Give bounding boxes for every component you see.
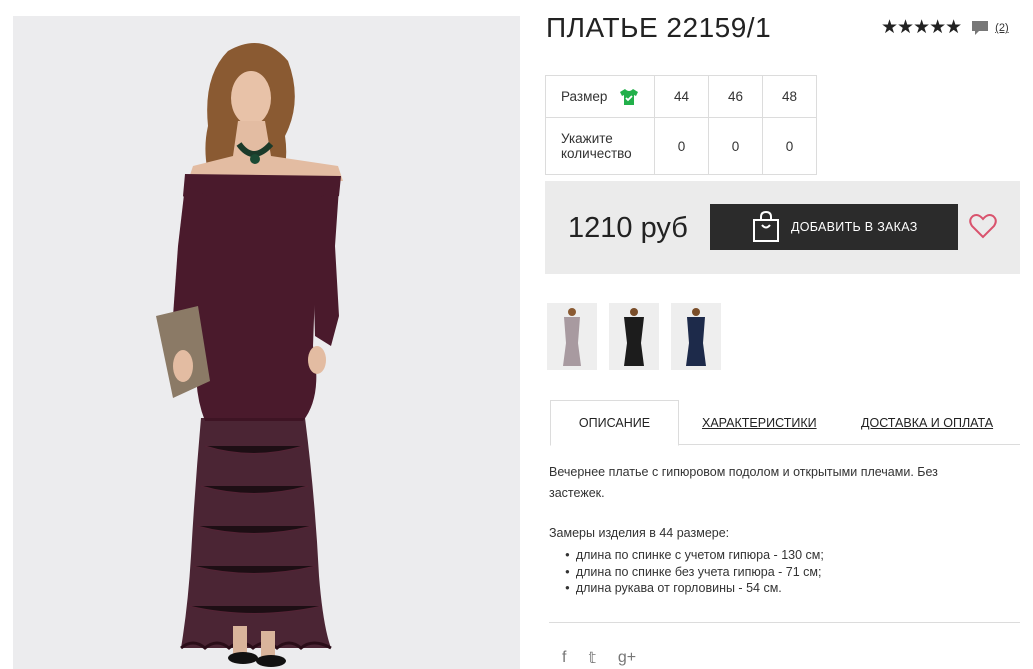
measurements-title: Замеры изделия в 44 размере: [549, 526, 730, 540]
thumbnail-black-dress[interactable] [609, 303, 659, 370]
add-to-order-button[interactable]: ДОБАВИТЬ В ЗАКАЗ [710, 204, 958, 250]
price-box: 1210 руб ДОБАВИТЬ В ЗАКАЗ [545, 181, 1020, 274]
divider [549, 622, 1020, 623]
product-title: ПЛАТЬЕ 22159/1 [546, 12, 772, 43]
googleplus-icon[interactable]: g+ [618, 649, 636, 667]
rating-stars[interactable]: ★★★★★ [881, 18, 962, 38]
quantity-input-48[interactable]: 0 [762, 117, 817, 175]
shirt-icon[interactable] [619, 87, 639, 107]
measurements-list: длина по спинке с учетом гипюра - 130 см… [565, 547, 824, 597]
quantity-label: Укажите количество [545, 117, 655, 175]
main-product-photo[interactable] [13, 16, 520, 669]
tab-specifications[interactable]: ХАРАКТЕРИСТИКИ [702, 400, 817, 445]
thumbnail-gray-dress[interactable] [547, 303, 597, 370]
size-row: Размер 44 46 48 [545, 75, 817, 118]
product-price: 1210 руб [568, 212, 688, 244]
quantity-row: Укажите количество 0 0 0 [545, 117, 817, 175]
social-share: f 𝕥 g+ [562, 648, 658, 668]
product-rating: ★★★★★ (2) [881, 18, 1009, 38]
add-to-order-label: ДОБАВИТЬ В ЗАКАЗ [791, 220, 918, 234]
measurement-item: длина по спинке без учета гипюра - 71 см… [565, 564, 824, 581]
product-tabs: ОПИСАНИЕ ХАРАКТЕРИСТИКИ ДОСТАВКА И ОПЛАТ… [550, 400, 1020, 446]
review-count-link[interactable]: (2) [995, 22, 1008, 34]
size-option-46[interactable]: 46 [708, 75, 763, 118]
tab-description[interactable]: ОПИСАНИЕ [550, 400, 679, 446]
thumbnail-navy-dress[interactable] [671, 303, 721, 370]
heart-icon[interactable] [969, 213, 997, 239]
measurement-item: длина рукава от горловины - 54 см. [565, 580, 824, 597]
comment-icon[interactable] [971, 19, 989, 37]
twitter-icon[interactable]: 𝕥 [588, 648, 595, 668]
quantity-input-44[interactable]: 0 [654, 117, 709, 175]
size-label: Размер [561, 89, 608, 104]
size-label-cell: Размер [545, 75, 655, 118]
bag-icon [753, 211, 779, 242]
measurement-item: длина по спинке с учетом гипюра - 130 см… [565, 547, 824, 564]
size-option-48[interactable]: 48 [762, 75, 817, 118]
facebook-icon[interactable]: f [562, 649, 566, 667]
tab-delivery-payment[interactable]: ДОСТАВКА И ОПЛАТА [861, 400, 993, 445]
thumbnail-strip [547, 303, 733, 370]
size-option-44[interactable]: 44 [654, 75, 709, 118]
product-description: Вечернее платье с гипюровом подолом и от… [549, 465, 938, 500]
quantity-input-46[interactable]: 0 [708, 117, 763, 175]
size-table: Размер 44 46 48 Укажите количество 0 0 0 [545, 75, 817, 175]
